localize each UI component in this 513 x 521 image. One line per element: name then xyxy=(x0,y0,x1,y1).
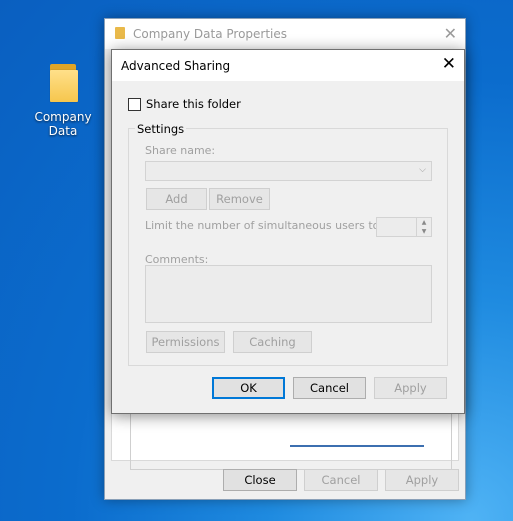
properties-titlebar: Company Data Properties ✕ xyxy=(105,19,465,49)
remove-button[interactable]: Remove xyxy=(209,188,270,210)
desktop-icon-label: Company Data xyxy=(34,110,92,138)
folder-icon xyxy=(48,64,78,102)
close-icon[interactable]: ✕ xyxy=(444,24,457,43)
advanced-sharing-title: Advanced Sharing xyxy=(121,59,231,73)
close-button[interactable]: Close xyxy=(223,469,297,491)
ok-button[interactable]: OK xyxy=(212,377,285,399)
group-box xyxy=(130,412,452,470)
properties-apply-button[interactable]: Apply xyxy=(385,469,459,491)
limit-users-label: Limit the number of simultaneous users t… xyxy=(145,219,384,232)
link-underline xyxy=(290,445,424,447)
folder-icon xyxy=(115,27,125,39)
settings-legend: Settings xyxy=(135,122,187,136)
apply-button[interactable]: Apply xyxy=(374,377,447,399)
share-folder-checkbox[interactable] xyxy=(128,97,141,111)
share-folder-label: Share this folder xyxy=(146,97,241,111)
permissions-button[interactable]: Permissions xyxy=(146,331,225,353)
share-name-label: Share name: xyxy=(145,144,216,157)
properties-title: Company Data Properties xyxy=(133,27,288,41)
share-folder-checkbox-row[interactable]: Share this folder xyxy=(128,97,241,111)
limit-users-spinner[interactable]: ▲ ▼ xyxy=(376,217,432,237)
advanced-sharing-titlebar: Advanced Sharing ✕ xyxy=(112,50,464,81)
cancel-button[interactable]: Cancel xyxy=(293,377,366,399)
chevron-down-icon: ⌵ xyxy=(419,165,426,175)
close-icon[interactable]: ✕ xyxy=(442,54,456,74)
caching-button[interactable]: Caching xyxy=(233,331,312,353)
share-name-dropdown[interactable]: ⌵ xyxy=(145,161,432,181)
advanced-sharing-dialog: Advanced Sharing ✕ Share this folder Set… xyxy=(111,49,465,414)
desktop-folder-company-data[interactable]: Company Data xyxy=(30,64,96,138)
comments-input[interactable] xyxy=(145,265,432,323)
spinner-arrows-icon[interactable]: ▲ ▼ xyxy=(416,218,431,236)
add-button[interactable]: Add xyxy=(146,188,207,210)
properties-cancel-button[interactable]: Cancel xyxy=(304,469,378,491)
